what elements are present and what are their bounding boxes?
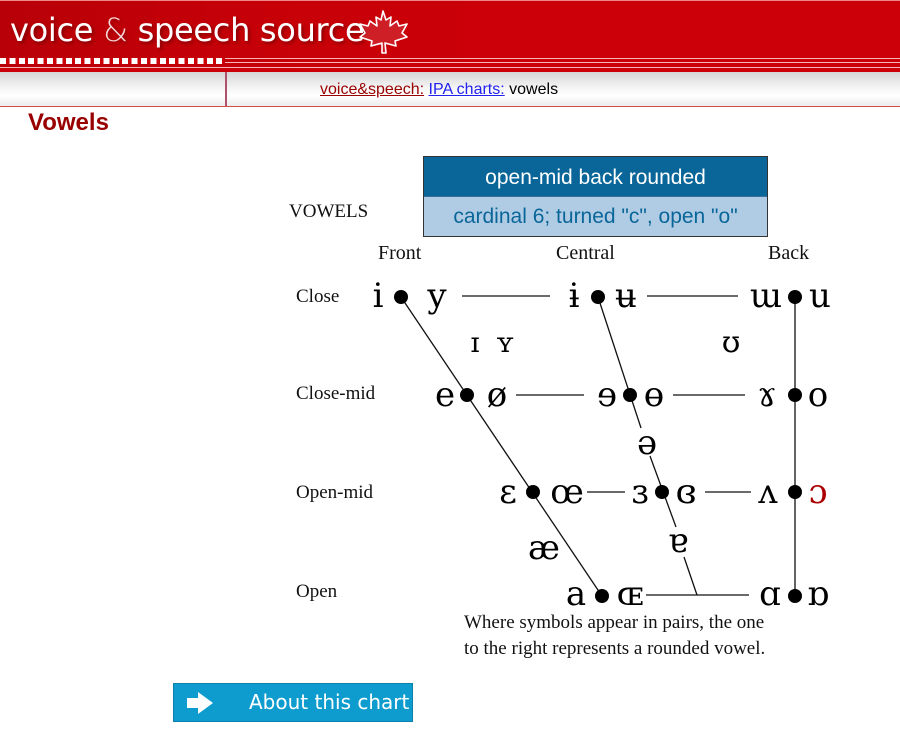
vowel-info-title: open-mid back rounded xyxy=(424,157,767,196)
vowel-close-central-rounded[interactable]: ʉ xyxy=(615,279,637,313)
vowel-open-mid-back-rounded-selected[interactable]: ɔ xyxy=(808,475,827,509)
vowel-open-back-rounded[interactable]: ɒ xyxy=(807,577,829,611)
vowel-mid-central[interactable]: ə xyxy=(637,426,657,460)
chart-note: Where symbols appear in pairs, the one t… xyxy=(464,610,765,662)
vowel-open-mid-central-rounded[interactable]: ɞ xyxy=(676,475,697,509)
vowel-close-mid-back-unrounded[interactable]: ɤ xyxy=(757,378,776,412)
chart-heading: VOWELS xyxy=(289,201,369,222)
vowel-open-front-rounded[interactable]: ɶ xyxy=(617,577,644,611)
vowel-info-description: cardinal 6; turned "c", open "o" xyxy=(424,196,767,236)
vowel-close-central-unrounded[interactable]: ɨ xyxy=(569,279,580,313)
vowel-info-box: open-mid back rounded cardinal 6; turned… xyxy=(423,156,768,237)
breadcrumb-link-ipa-charts[interactable]: IPA charts: xyxy=(429,81,505,98)
dot-open-mid-central xyxy=(655,485,669,499)
vowel-near-close-front-unrounded[interactable]: ɪ xyxy=(471,329,480,357)
vowel-close-mid-front-rounded[interactable]: ø xyxy=(487,378,507,412)
vowel-close-mid-central-rounded[interactable]: ɵ xyxy=(644,378,664,412)
breadcrumb: voice&speech: IPA charts: vowels xyxy=(320,81,558,99)
vowel-close-mid-central-unrounded[interactable]: ɘ xyxy=(597,378,617,412)
chart-note-line-2: to the right represents a rounded vowel. xyxy=(464,638,766,659)
arrow-right-icon xyxy=(187,692,213,714)
site-title[interactable]: voice & speech source xyxy=(10,11,365,49)
chart-note-line-1: Where symbols appear in pairs, the one xyxy=(464,612,765,633)
breadcrumb-current: vowels xyxy=(509,81,559,98)
column-label-back: Back xyxy=(768,242,810,264)
vowel-close-front-rounded[interactable]: y xyxy=(427,279,446,313)
dot-open-back xyxy=(788,589,802,603)
maple-leaf-icon xyxy=(359,10,408,54)
central-line-middle xyxy=(649,455,677,528)
vowel-close-back-rounded[interactable]: u xyxy=(809,279,831,313)
vowel-open-mid-front-unrounded[interactable]: ɛ xyxy=(499,475,517,509)
breadcrumb-divider xyxy=(225,72,227,106)
banner-line-strip xyxy=(225,58,900,63)
vowel-near-open-central[interactable]: ɐ xyxy=(668,524,688,558)
dot-close-mid-front xyxy=(460,388,474,402)
row-label-open-mid: Open-mid xyxy=(296,482,374,503)
dot-close-mid-central xyxy=(623,388,637,402)
vowel-open-front-unrounded[interactable]: a xyxy=(566,577,586,611)
dot-close-central xyxy=(591,290,605,304)
dot-close-mid-back xyxy=(788,388,802,402)
site-title-part2: speech source xyxy=(137,11,365,49)
site-title-amp: & xyxy=(103,11,128,49)
vowel-close-mid-back-rounded[interactable]: o xyxy=(808,378,828,412)
dot-close-front xyxy=(394,290,408,304)
column-label-central: Central xyxy=(556,242,615,264)
about-this-chart-button[interactable]: About this chart xyxy=(173,683,413,722)
vowel-close-back-unrounded[interactable]: ɯ xyxy=(750,279,782,313)
row-label-close-mid: Close-mid xyxy=(296,383,376,404)
dot-open-mid-back xyxy=(788,485,802,499)
dot-close-back xyxy=(788,290,802,304)
row-label-open: Open xyxy=(296,581,338,602)
vowel-near-close-front-rounded[interactable]: ʏ xyxy=(496,329,514,357)
breadcrumb-link-voice-speech[interactable]: voice&speech: xyxy=(320,81,424,98)
page-title: Vowels xyxy=(28,109,109,136)
vowel-close-mid-front-unrounded[interactable]: e xyxy=(435,378,455,412)
vowel-close-front-unrounded[interactable]: i xyxy=(373,279,384,313)
site-title-part1: voice xyxy=(10,11,94,49)
vowel-open-back-unrounded[interactable]: ɑ xyxy=(759,577,781,611)
vowel-near-close-back-rounded[interactable]: ʊ xyxy=(722,328,741,358)
about-this-chart-label: About this chart xyxy=(249,690,410,714)
vowel-open-mid-back-unrounded[interactable]: ʌ xyxy=(758,475,777,509)
vowel-near-open-front[interactable]: æ xyxy=(528,531,560,565)
dot-open-mid-front xyxy=(526,485,540,499)
column-label-front: Front xyxy=(378,242,422,264)
vowel-open-mid-central-unrounded[interactable]: ɜ xyxy=(631,475,648,509)
dot-open-front xyxy=(595,589,609,603)
row-label-close: Close xyxy=(296,286,340,307)
site-banner: voice & speech source xyxy=(0,0,900,74)
vowel-open-mid-front-rounded[interactable]: œ xyxy=(550,475,584,509)
banner-dot-strip xyxy=(0,58,225,64)
central-line-lower xyxy=(683,556,698,596)
